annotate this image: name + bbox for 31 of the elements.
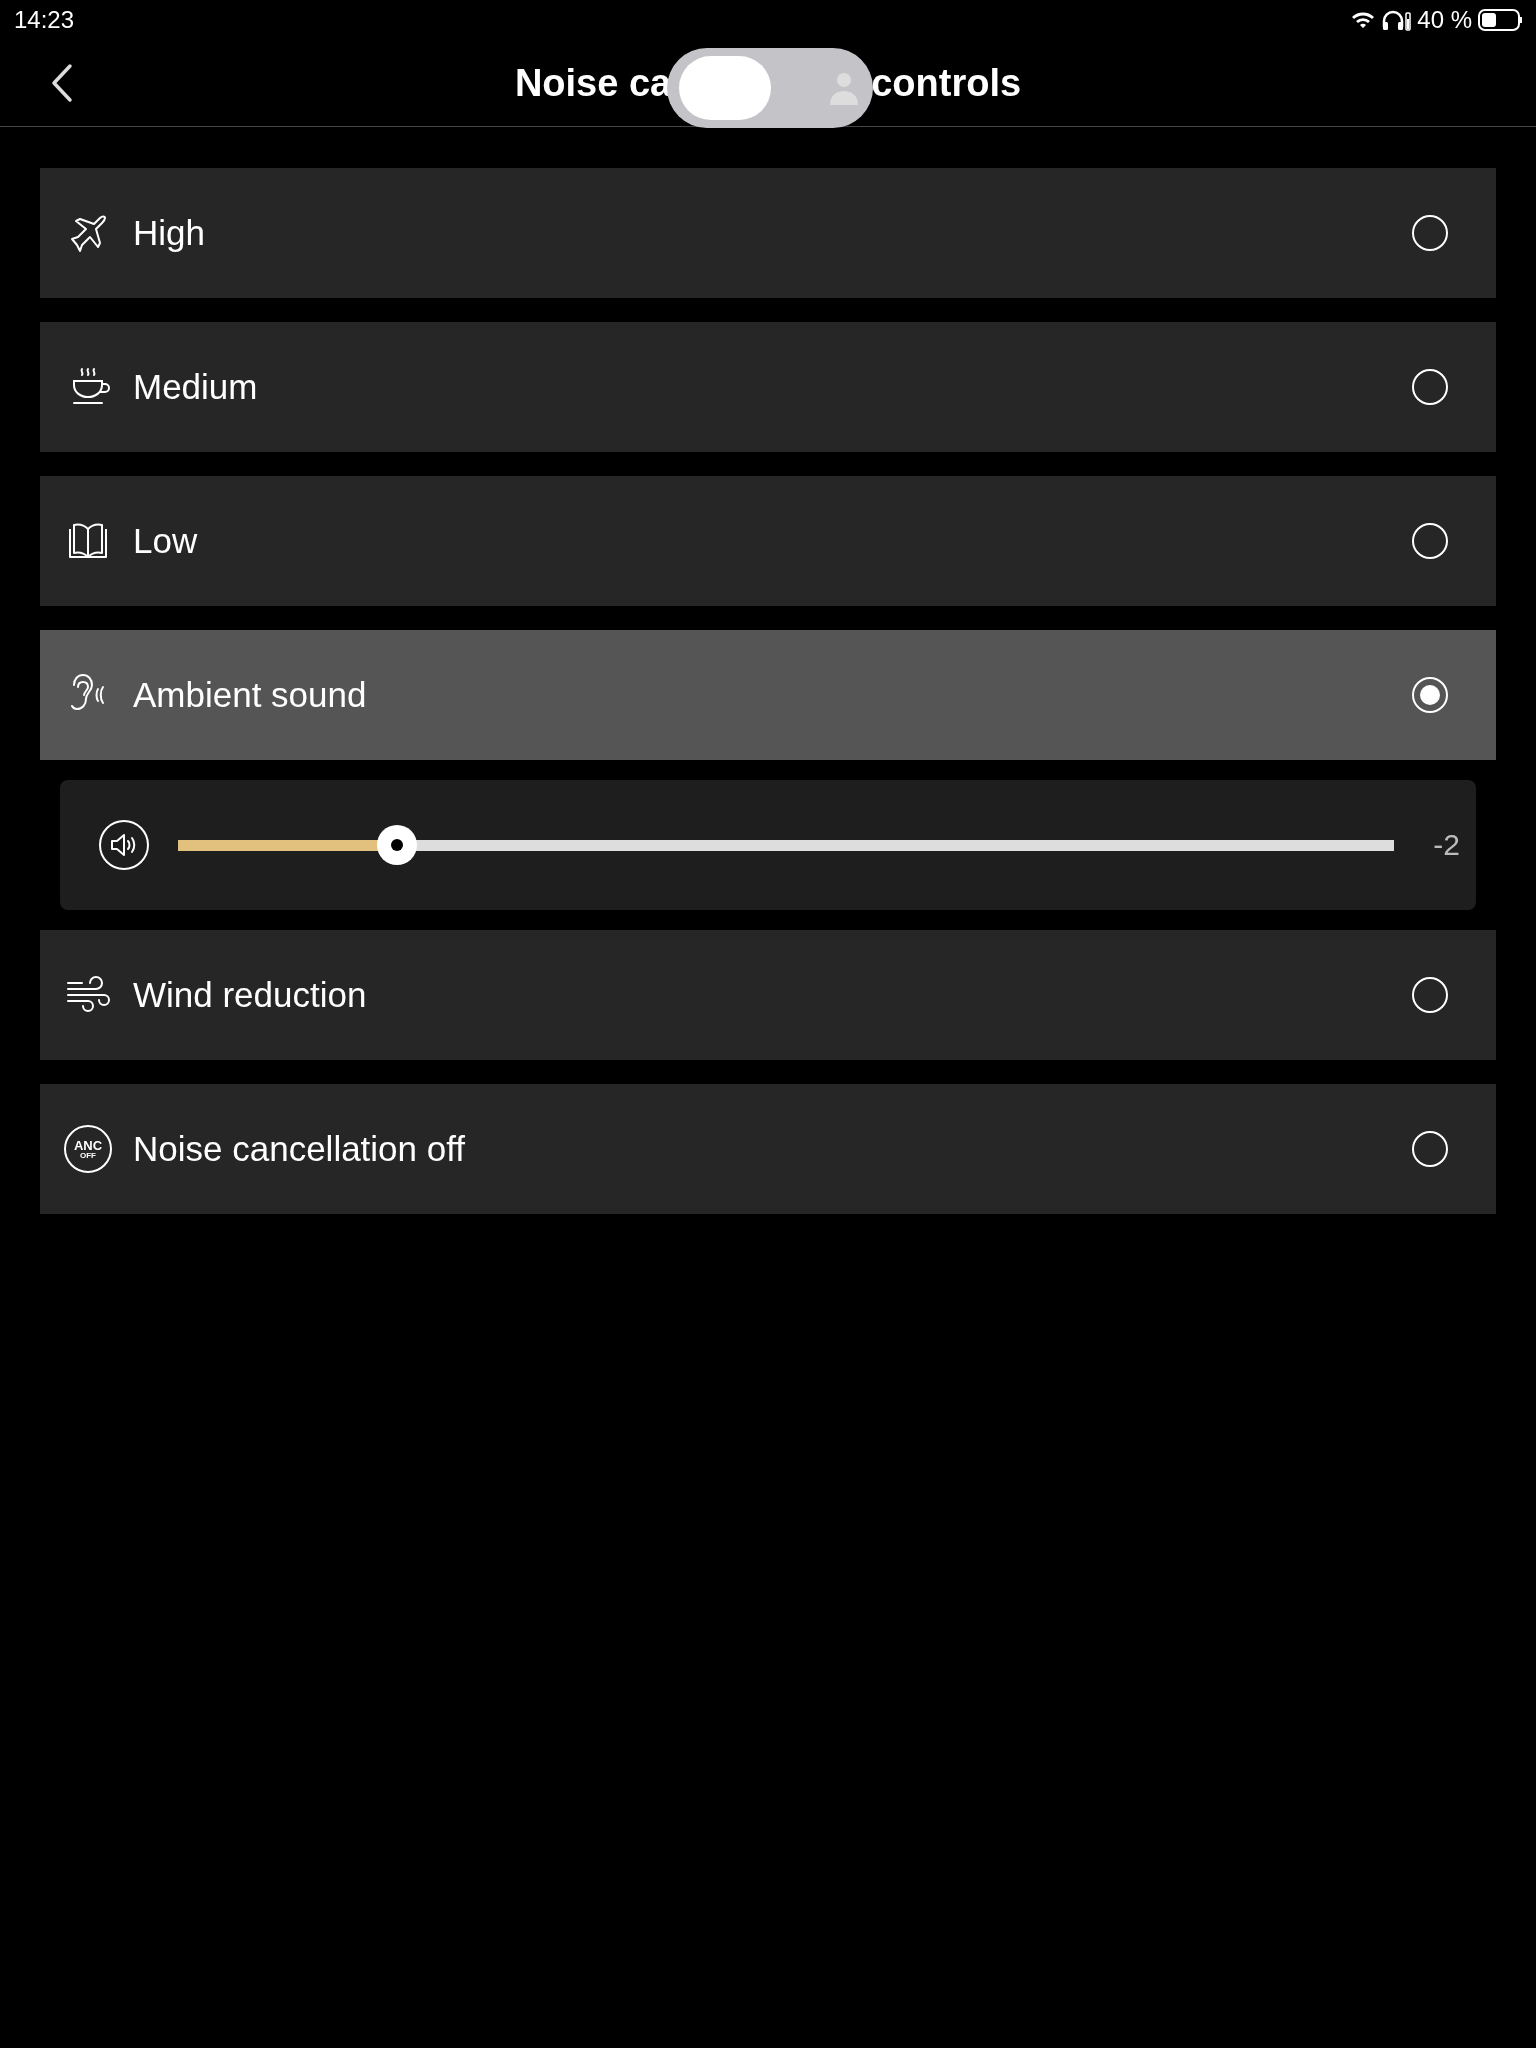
person-icon xyxy=(829,71,860,105)
volume-slider[interactable] xyxy=(178,825,1394,865)
slider-value: -2 xyxy=(1432,828,1460,862)
page-title: controls xyxy=(871,61,1022,105)
mode-option[interactable]: High xyxy=(40,168,1496,298)
mode-label: Wind reduction xyxy=(133,975,368,1015)
radio-button[interactable] xyxy=(1412,369,1448,405)
mode-label: High xyxy=(133,213,206,253)
mode-option[interactable]: Medium xyxy=(40,322,1496,452)
headphones-icon xyxy=(1381,9,1412,31)
status-time: 14:23 xyxy=(14,6,75,34)
mode-option[interactable]: Low xyxy=(40,476,1496,606)
mode-option[interactable]: ANC OFF Noise cancellation off xyxy=(40,1084,1496,1214)
anc-off-icon: ANC OFF xyxy=(64,1125,112,1173)
mode-label: Medium xyxy=(133,367,259,407)
radio-button[interactable] xyxy=(1412,523,1448,559)
radio-button[interactable] xyxy=(1412,215,1448,251)
wifi-icon xyxy=(1351,10,1376,30)
battery-icon xyxy=(1478,9,1524,31)
battery-percent: 40 % xyxy=(1417,6,1472,34)
mode-option[interactable]: Wind reduction xyxy=(40,930,1496,1060)
speaker-icon xyxy=(98,819,150,871)
radio-button[interactable] xyxy=(1412,1131,1448,1167)
radio-button[interactable] xyxy=(1412,977,1448,1013)
mode-label: Noise cancellation off xyxy=(133,1129,467,1169)
radio-button[interactable] xyxy=(1412,677,1448,713)
mode-label: Ambient sound xyxy=(133,675,368,715)
slider-thumb[interactable] xyxy=(376,825,417,865)
page-title: Noise ca xyxy=(514,61,672,105)
mode-option[interactable]: Ambient sound xyxy=(40,630,1496,760)
mode-label: Low xyxy=(133,521,199,561)
